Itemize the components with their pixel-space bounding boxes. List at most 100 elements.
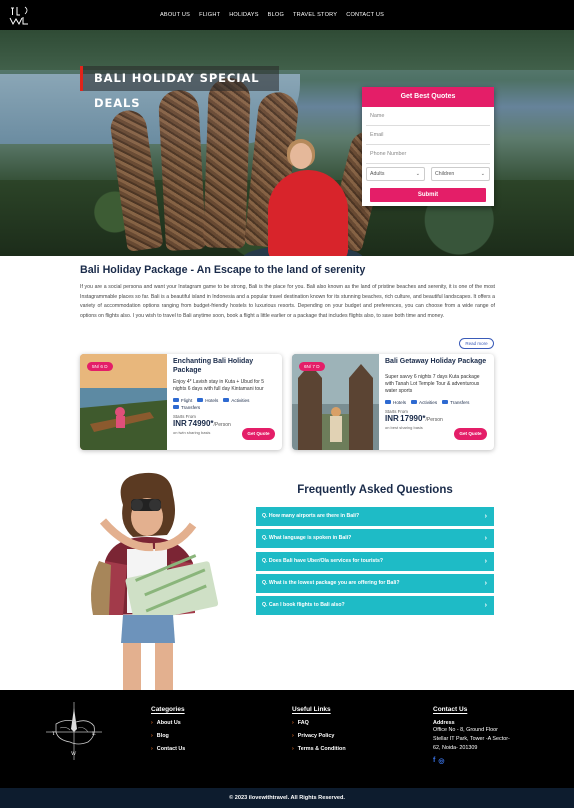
faq-title: Frequently Asked Questions: [297, 484, 453, 496]
price-per: /Person: [425, 416, 443, 423]
inclusion-flight: Flight: [173, 398, 192, 403]
logo-letter: W: [71, 751, 77, 757]
quote-form-heading: Get Best Quotes: [362, 87, 494, 107]
wooden-hand-sculpture: [203, 77, 251, 249]
inclusion-label: Transfers: [450, 399, 470, 405]
hero-title: BALI HOLIDAY SPECIAL DEALS: [80, 66, 279, 110]
plane-icon: [173, 398, 179, 403]
adults-select[interactable]: Adults ⌄: [366, 166, 425, 181]
inclusion-label: Activities: [419, 399, 438, 405]
footer-link-label: FAQ: [297, 720, 309, 726]
footer-link-about[interactable]: › About Us: [151, 720, 185, 726]
children-select-value: Children: [435, 170, 455, 177]
woman-red-dress: [268, 170, 348, 256]
nav-about-us[interactable]: ABOUT US: [160, 12, 190, 18]
chevron-right-icon: ›: [292, 733, 294, 739]
email-field[interactable]: Email: [366, 126, 490, 145]
address-text: Office No - 8, Ground Floor Stellar IT P…: [433, 727, 510, 751]
faq-question[interactable]: Q. Does Bali have Uber/Ola services for …: [256, 552, 494, 571]
main-menu: ABOUT US FLIGHT HOLIDAYS BLOG TRAVEL STO…: [160, 0, 384, 30]
footer-categories-title: Categories: [151, 706, 185, 713]
inclusion-transfers: Transfers: [442, 400, 469, 405]
inclusion-label: Activities: [231, 397, 250, 403]
package-title[interactable]: Enchanting Bali Holiday Package: [173, 358, 277, 375]
price-currency: INR: [173, 418, 187, 428]
nav-holidays[interactable]: HOLIDAYS: [229, 12, 258, 18]
activity-icon: [411, 400, 418, 405]
footer-useful-links: Useful Links › FAQ › Privacy Policy › Terms…: [292, 706, 346, 752]
footer-link-privacy[interactable]: › Privacy Policy: [292, 733, 346, 739]
chevron-right-icon: ›: [484, 580, 487, 587]
faq-question[interactable]: Q. What is the lowest package you are of…: [256, 574, 494, 593]
price-per: /Person: [213, 421, 231, 428]
package-description: Enjoy 4* Lavish stay in Kuta + Ubud for …: [173, 379, 265, 393]
footer-link-label: About Us: [156, 720, 181, 726]
inclusion-hotels: Hotels: [197, 398, 218, 403]
package-card[interactable]: 5N/ 6 D Enchanting Bali Holiday Package …: [80, 354, 282, 450]
instagram-icon[interactable]: ◎: [438, 757, 444, 765]
faq-question[interactable]: Q. Can I book flights to Bali also? ›: [256, 596, 494, 615]
footer-link-label: Privacy Policy: [297, 733, 335, 739]
guests-row: Adults ⌄ Children ⌄: [366, 164, 490, 183]
bed-icon: [385, 400, 391, 405]
inclusion-label: Hotels: [205, 397, 219, 403]
car-icon: [173, 405, 179, 410]
intro-paragraph: If you are a social persona and want you…: [80, 284, 495, 319]
footer-contact-title: Contact Us: [433, 706, 468, 713]
nav-contact-us[interactable]: CONTACT US: [346, 12, 384, 18]
get-quote-button[interactable]: Get Quote: [454, 428, 487, 440]
adults-select-value: Adults: [370, 170, 385, 177]
inclusion-hotels: Hotels: [385, 400, 406, 405]
nav-flight[interactable]: FLIGHT: [199, 12, 220, 18]
faq-question[interactable]: Q. How many airports are there in Bali? …: [256, 507, 494, 526]
package-card-body: Bali Getaway Holiday Package Super savvy…: [385, 358, 489, 430]
quote-form: Get Best Quotes Name Email Phone Number …: [362, 87, 494, 206]
chevron-down-icon: ⌄: [480, 170, 485, 177]
faq-question-text: Q. What language is spoken in Bali?: [262, 535, 352, 541]
read-more-button[interactable]: Read more: [459, 338, 494, 349]
duration-badge: 5N/ 6 D: [87, 362, 113, 371]
price-currency: INR: [385, 413, 399, 423]
facebook-icon[interactable]: f: [433, 757, 435, 765]
get-quote-button[interactable]: Get Quote: [242, 428, 275, 440]
traveler-with-binoculars-illustration: [91, 472, 218, 690]
chevron-right-icon: ›: [484, 602, 487, 609]
chevron-right-icon: ›: [292, 720, 294, 726]
faq-question-text: Q. Can I book flights to Bali also?: [262, 602, 345, 608]
copyright-bar: © 2023 ilovewithtravel. All Rights Reser…: [0, 788, 574, 808]
duration-badge: 6N/ 7 D: [299, 362, 325, 371]
wooden-hand-sculpture: [157, 89, 207, 251]
footer-link-faq[interactable]: › FAQ: [292, 720, 346, 726]
footer-useful-title: Useful Links: [292, 706, 331, 713]
inclusion-label: Hotels: [393, 399, 407, 405]
package-inclusions: Hotels Activities Transfers: [385, 400, 489, 405]
site-footer: T L W Categories › About Us › Blog › Contac…: [0, 690, 574, 788]
nav-travel-story[interactable]: TRAVEL STORY: [293, 12, 337, 18]
package-card[interactable]: 6N/ 7 D Bali Getaway Holiday Package Sup…: [292, 354, 494, 450]
chevron-right-icon: ›: [484, 513, 487, 520]
name-field[interactable]: Name: [366, 107, 490, 126]
footer-categories: Categories › About Us › Blog › Contact Us: [151, 706, 185, 752]
chevron-right-icon: ›: [484, 558, 487, 565]
activity-icon: [223, 398, 230, 403]
chevron-right-icon: ›: [292, 746, 294, 752]
package-card-body: Enchanting Bali Holiday Package Enjoy 4*…: [173, 358, 277, 435]
nav-blog[interactable]: BLOG: [268, 12, 284, 18]
price-line: INR 17990*/Person: [385, 414, 489, 423]
faq-question[interactable]: Q. What language is spoken in Bali? ›: [256, 529, 494, 548]
footer-contact: Contact Us Address Office No - 8, Ground…: [433, 706, 513, 765]
submit-button[interactable]: Submit: [370, 188, 486, 202]
compass-map-logo: T L W: [46, 702, 102, 760]
faq-question-text: Q. Does Bali have Uber/Ola services for …: [262, 558, 384, 564]
package-title[interactable]: Bali Getaway Holiday Package: [385, 358, 489, 367]
footer-link-blog[interactable]: › Blog: [151, 733, 185, 739]
footer-link-contact[interactable]: › Contact Us: [151, 746, 185, 752]
footer-link-terms[interactable]: › Terms & Condition: [292, 746, 346, 752]
phone-field[interactable]: Phone Number: [366, 145, 490, 164]
price-line: INR 74990*/Person: [173, 419, 277, 428]
brand-logo[interactable]: [8, 4, 32, 26]
hero-mountain-ridge: [0, 30, 574, 70]
children-select[interactable]: Children ⌄: [431, 166, 490, 181]
package-inclusions: Flight Hotels Activities Transfers: [173, 398, 277, 410]
chevron-right-icon: ›: [151, 720, 153, 726]
